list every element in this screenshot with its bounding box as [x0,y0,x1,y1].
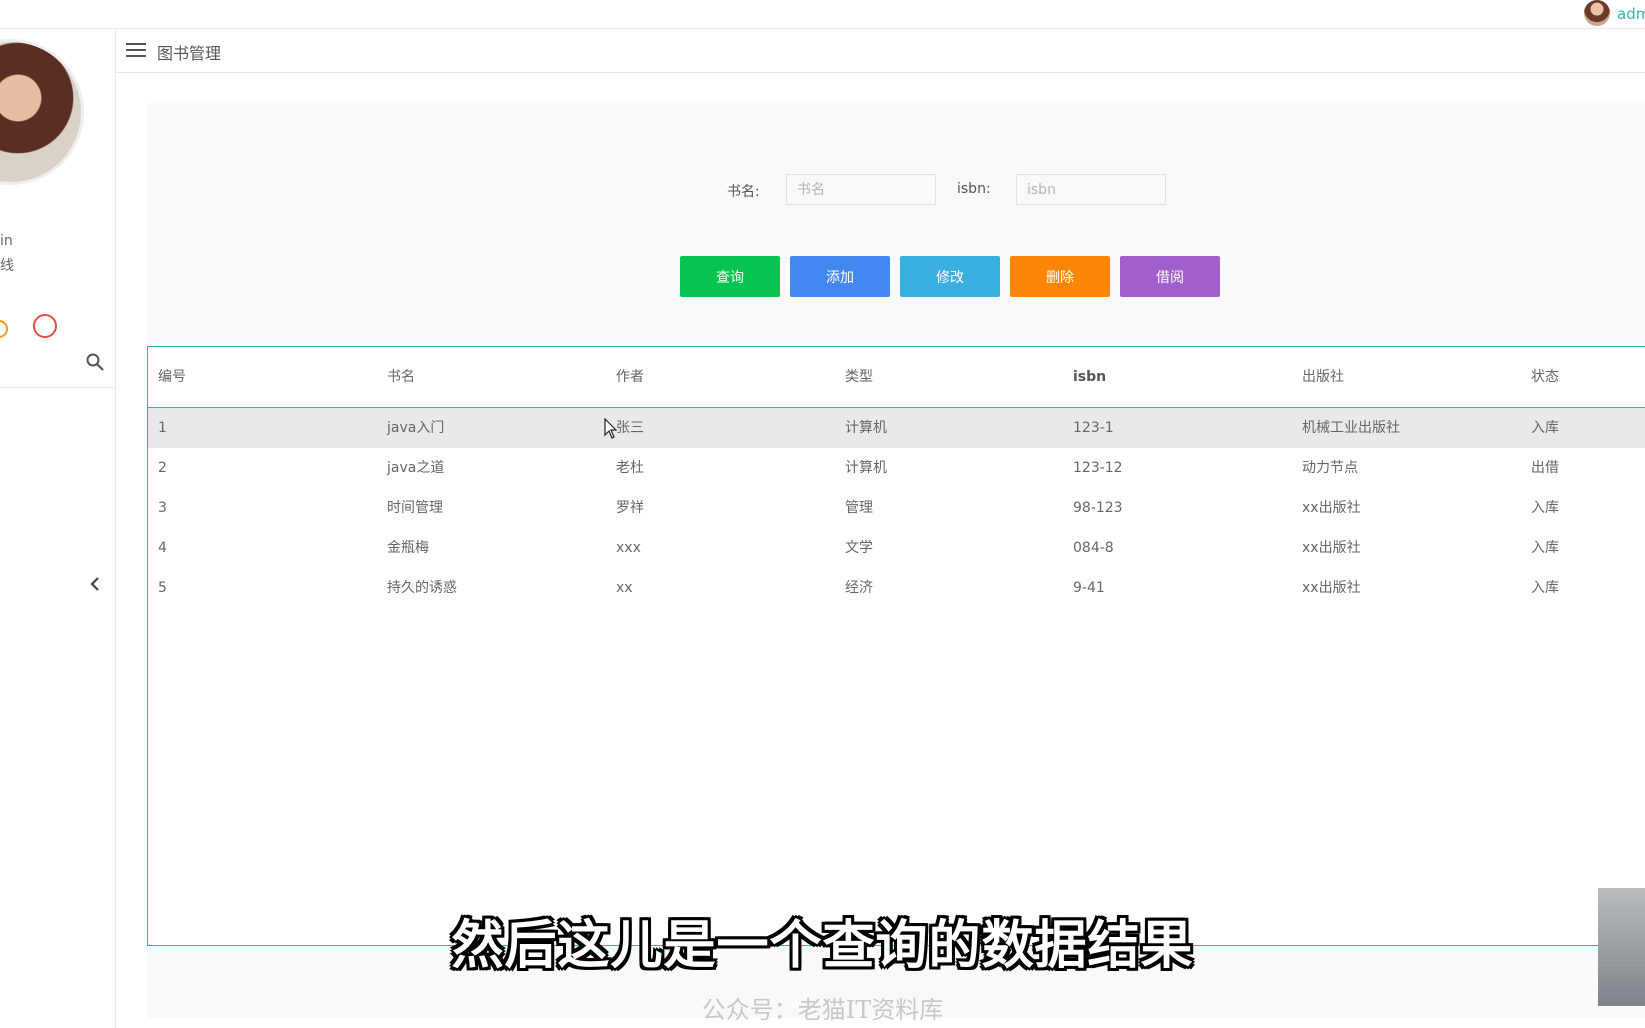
table-row[interactable]: 1 java入门 张三 计算机 123-1 机械工业出版社 入库 [148,408,1645,448]
cell-isbn: 123-12 [1073,460,1123,476]
cell-id: 2 [158,460,167,476]
sidebar-user-name: in [0,233,13,249]
cell-id: 4 [158,540,167,556]
sidebar-search[interactable] [0,339,115,388]
isbn-label: isbn: [957,181,991,197]
cell-status: 入库 [1531,540,1559,556]
cell-id: 3 [158,500,167,516]
chevron-left-icon[interactable] [85,574,105,594]
cell-author: xx [616,580,633,596]
cell-bookname: java入门 [387,420,445,436]
cell-bookname: 时间管理 [387,500,443,516]
user-avatar[interactable] [1584,0,1610,26]
column-header-type[interactable]: 类型 [845,347,873,407]
cell-publisher: 动力节点 [1302,460,1358,476]
borrow-button[interactable]: 借阅 [1120,256,1220,297]
top-bar: adm [0,0,1645,29]
cell-bookname: 持久的诱惑 [387,580,457,596]
delete-button[interactable]: 删除 [1010,256,1110,297]
cell-type: 计算机 [845,420,887,436]
cell-publisher: xx出版社 [1302,540,1361,556]
column-header-bookname[interactable]: 书名 [387,347,415,407]
hamburger-menu-icon[interactable] [126,43,146,59]
cell-type: 管理 [845,500,873,516]
books-table: 编号 书名 作者 类型 isbn 出版社 状态 1 java入门 张三 计算机 123-… [147,346,1645,946]
cell-bookname: 金瓶梅 [387,540,429,556]
page-title: 图书管理 [157,44,222,63]
cell-type: 文学 [845,540,873,556]
cell-status: 入库 [1531,420,1559,436]
webcam-thumbnail [1598,888,1645,1006]
column-header-status[interactable]: 状态 [1531,347,1559,407]
username-label[interactable]: adm [1617,5,1645,23]
cell-id: 5 [158,580,167,596]
table-row[interactable]: 5 持久的诱惑 xx 经济 9-41 xx出版社 入库 [148,568,1645,608]
video-subtitle: 然后这儿是一个查询的数据结果 [451,916,1194,976]
query-button[interactable]: 查询 [680,256,780,297]
cell-author: 罗祥 [616,500,644,516]
cell-author: xxx [616,540,641,556]
column-header-id[interactable]: 编号 [158,347,186,407]
column-header-publisher[interactable]: 出版社 [1302,347,1344,407]
sidebar-user-status: 线 [0,258,14,274]
watermark-text: 公众号：老猫IT资料库 [701,996,944,1024]
page-header: 图书管理 [116,29,1645,73]
add-button[interactable]: 添加 [790,256,890,297]
cell-type: 计算机 [845,460,887,476]
cell-author: 张三 [616,420,644,436]
cell-isbn: 084-8 [1073,540,1114,556]
main-content: 书名: isbn: 查询 添加 修改 删除 借阅 编号 书名 作者 类型 isb… [147,103,1645,1018]
isbn-input[interactable] [1016,174,1166,205]
sidebar: in 线 [0,29,116,1028]
cell-author: 老杜 [616,460,644,476]
cell-isbn: 123-1 [1073,420,1114,436]
bookname-label: 书名: [727,184,760,200]
cell-publisher: xx出版社 [1302,580,1361,596]
cell-isbn: 9-41 [1073,580,1105,596]
edit-button[interactable]: 修改 [900,256,1000,297]
cell-status: 入库 [1531,580,1559,596]
table-header: 编号 书名 作者 类型 isbn 出版社 状态 [148,347,1645,408]
table-row[interactable]: 4 金瓶梅 xxx 文学 084-8 xx出版社 入库 [148,528,1645,568]
cell-bookname: java之道 [387,460,445,476]
cell-status: 出借 [1531,460,1559,476]
bookname-input[interactable] [786,174,936,205]
cell-id: 1 [158,420,167,436]
column-header-author[interactable]: 作者 [616,347,644,407]
table-row[interactable]: 2 java之道 老杜 计算机 123-12 动力节点 出借 [148,448,1645,488]
cell-publisher: xx出版社 [1302,500,1361,516]
mouse-cursor-icon [604,418,618,439]
status-dot-icon [0,320,8,338]
column-header-isbn[interactable]: isbn [1073,347,1106,407]
table-row[interactable]: 3 时间管理 罗祥 管理 98-123 xx出版社 入库 [148,488,1645,528]
cell-status: 入库 [1531,500,1559,516]
cell-type: 经济 [845,580,873,596]
cell-publisher: 机械工业出版社 [1302,420,1400,436]
circle-icon[interactable] [33,314,57,338]
cell-isbn: 98-123 [1073,500,1123,516]
search-icon[interactable] [85,352,105,372]
sidebar-avatar [0,39,84,185]
table-body: 1 java入门 张三 计算机 123-1 机械工业出版社 入库 2 java之道 老杜 计算机 12… [148,408,1645,608]
